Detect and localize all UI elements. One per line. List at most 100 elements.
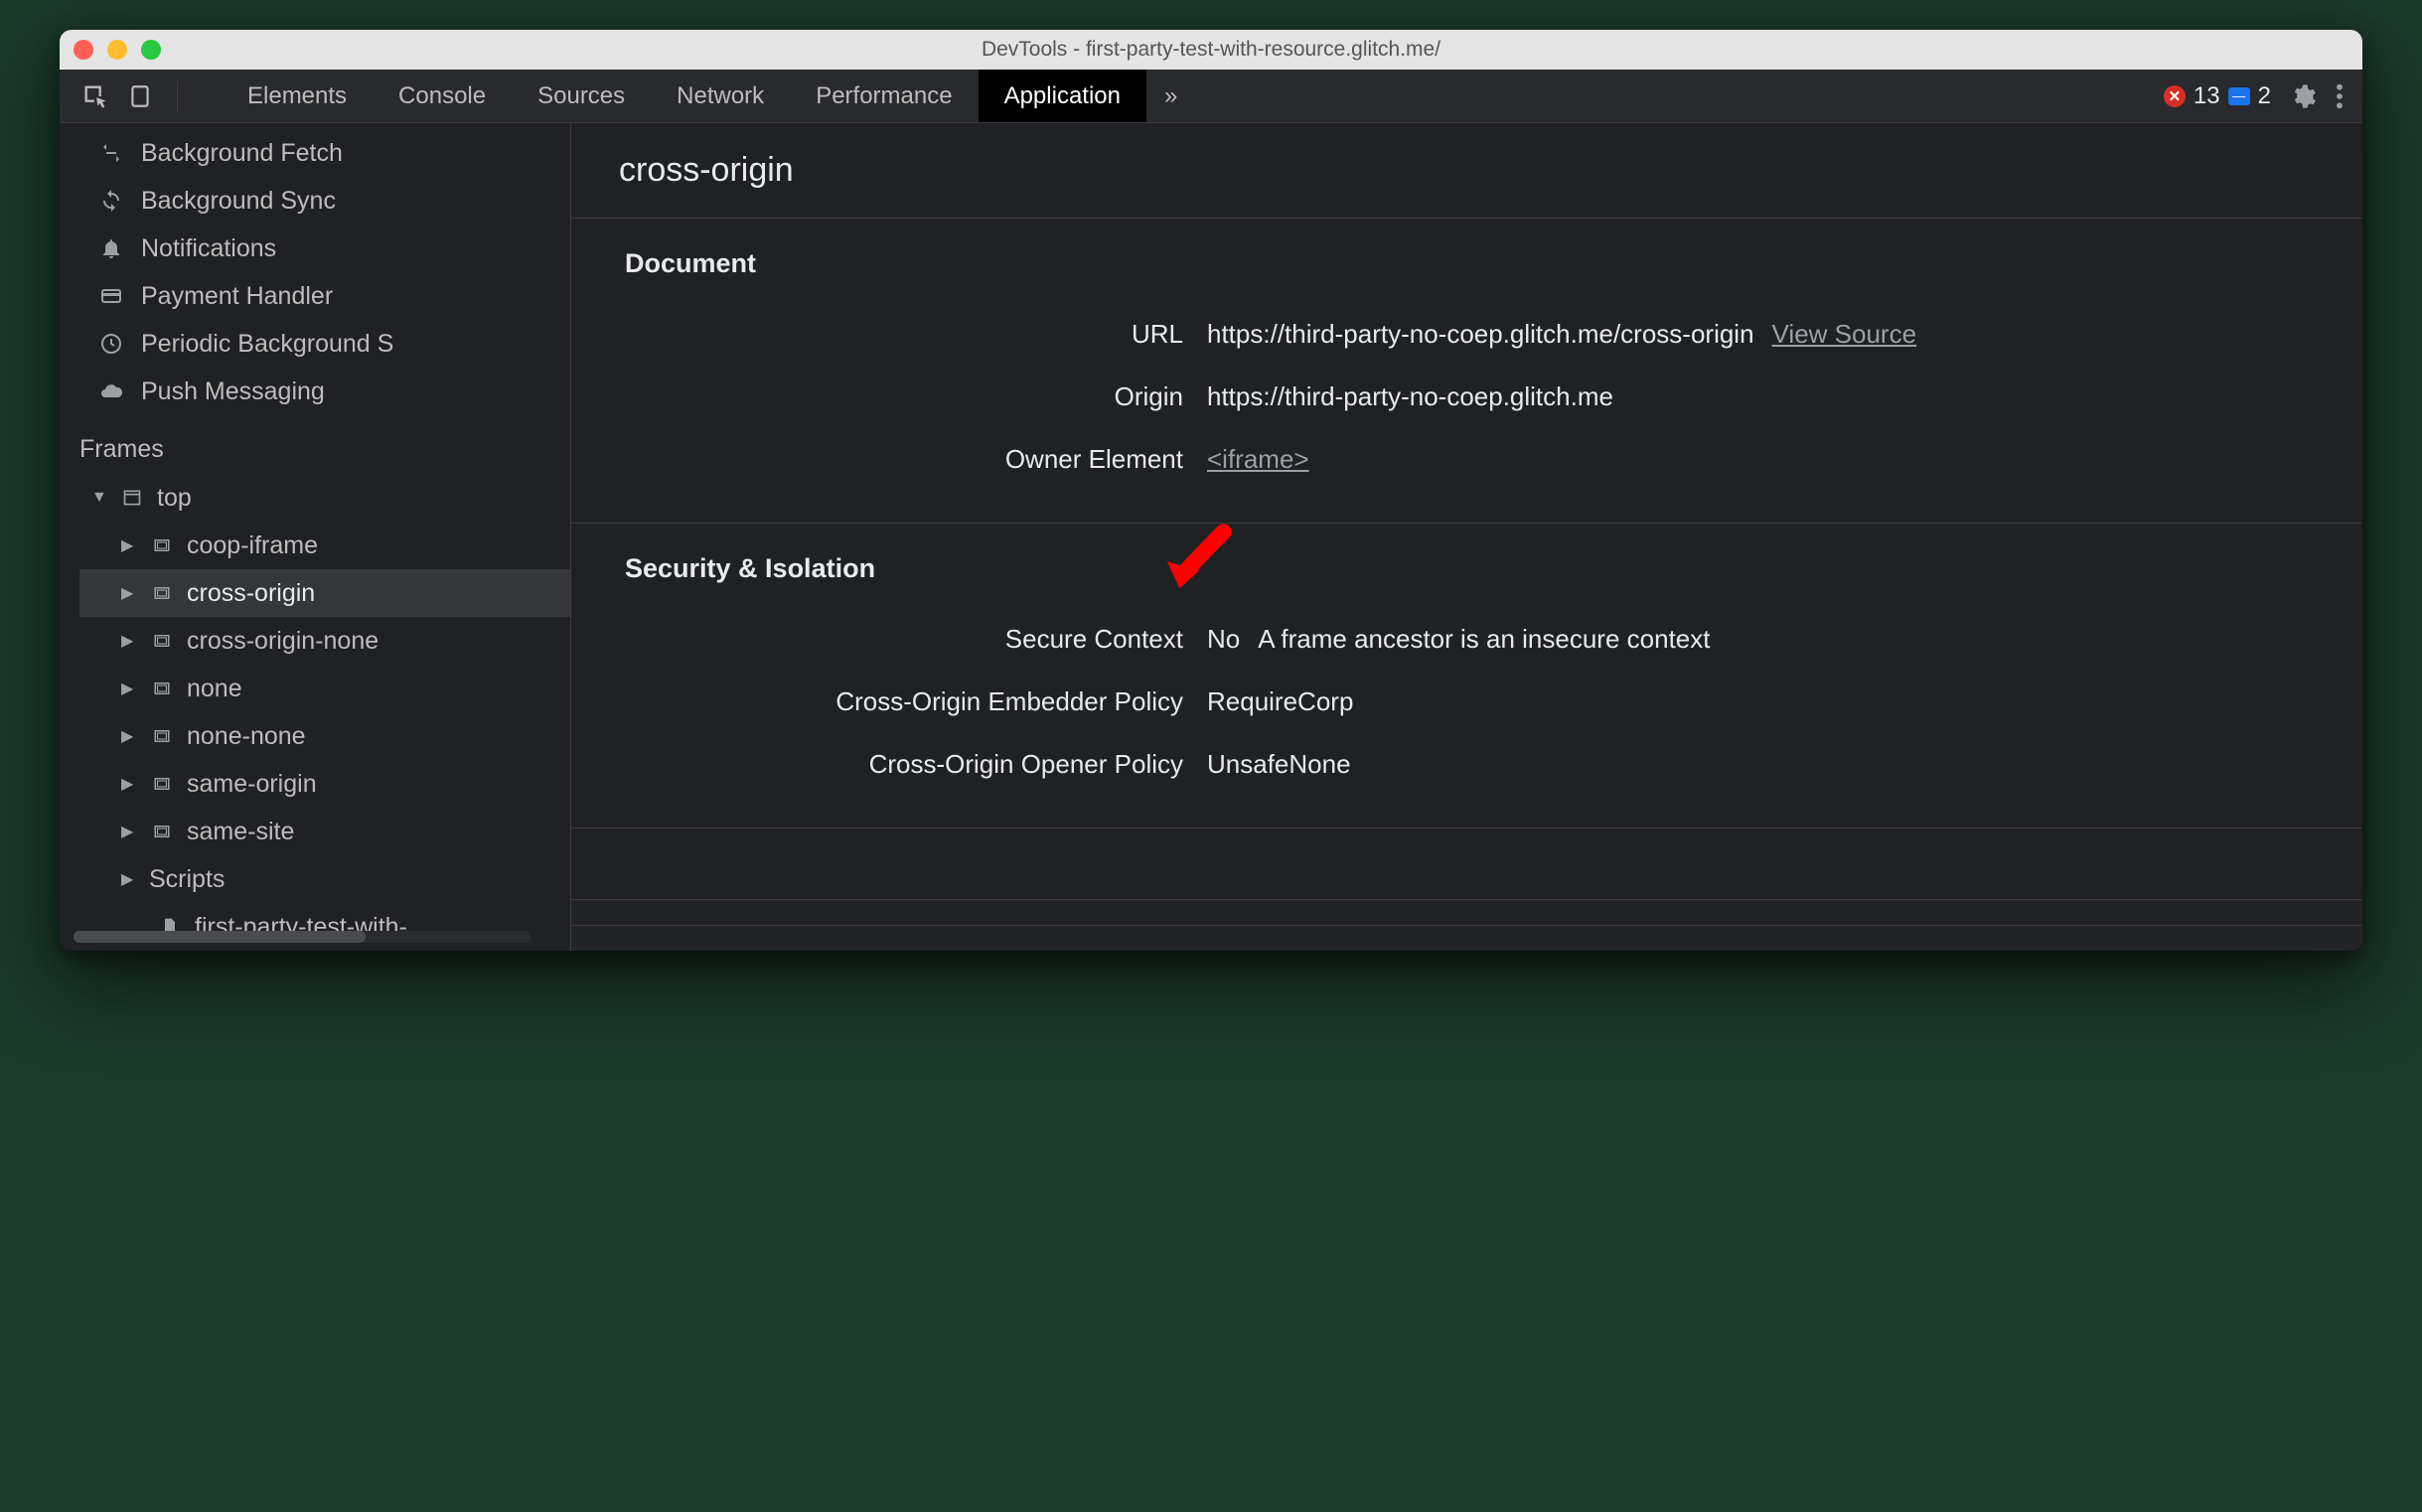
close-window-button[interactable]: [74, 40, 93, 60]
device-icon[interactable]: [127, 82, 153, 110]
iframe-icon: [149, 727, 175, 745]
coop-value: UnsafeNone: [1207, 749, 1351, 780]
frame-coop-iframe[interactable]: ▶ coop-iframe: [79, 522, 570, 569]
frame-scripts[interactable]: ▶ Scripts: [79, 855, 570, 903]
tab-console[interactable]: Console: [373, 70, 512, 122]
toolbar-divider: [177, 80, 178, 112]
frame-label: none-none: [187, 722, 306, 751]
sidebar-item-notifications[interactable]: Notifications: [60, 225, 570, 272]
row-owner-element: Owner Element <iframe>: [571, 428, 2362, 491]
sidebar-item-label: Payment Handler: [141, 282, 333, 311]
row-url: URL https://third-party-no-coep.glitch.m…: [571, 303, 2362, 366]
status-bar-2: [571, 925, 2362, 951]
bottom-bars: [571, 899, 2362, 951]
fetch-icon: [97, 141, 125, 165]
window-title: DevTools - first-party-test-with-resourc…: [60, 38, 2362, 62]
sidebar-item-push-messaging[interactable]: Push Messaging: [60, 368, 570, 415]
coep-value: RequireCorp: [1207, 686, 1353, 717]
sync-icon: [97, 189, 125, 213]
error-count: 13: [2194, 82, 2220, 110]
scrollbar-thumb[interactable]: [74, 931, 366, 943]
sidebar-item-periodic-sync[interactable]: Periodic Background S: [60, 320, 570, 368]
bell-icon: [97, 236, 125, 260]
inspect-icon[interactable]: [81, 82, 109, 110]
caret-right-icon: ▶: [121, 726, 137, 746]
frame-label: none: [187, 675, 242, 703]
cloud-icon: [97, 379, 125, 403]
tab-network[interactable]: Network: [651, 70, 790, 122]
caret-right-icon: ▶: [121, 583, 137, 603]
frames-tree: ▼ top ▶ coop-iframe ▶ cross-or: [60, 474, 570, 951]
frame-label: same-origin: [187, 770, 317, 799]
devtools-window: DevTools - first-party-test-with-resourc…: [60, 30, 2362, 951]
caret-right-icon: ▶: [121, 535, 137, 555]
coop-label: Cross-Origin Opener Policy: [571, 749, 1207, 780]
frame-none[interactable]: ▶ none: [79, 665, 570, 712]
origin-label: Origin: [571, 381, 1207, 412]
document-heading: Document: [571, 219, 2362, 303]
card-icon: [97, 284, 125, 308]
frame-cross-origin-none[interactable]: ▶ cross-origin-none: [79, 617, 570, 665]
iframe-icon: [149, 632, 175, 650]
frame-children: ▶ coop-iframe ▶ cross-origin ▶ cross-ori…: [79, 522, 570, 951]
sidebar-item-background-fetch[interactable]: Background Fetch: [60, 129, 570, 177]
minimize-window-button[interactable]: [107, 40, 127, 60]
iframe-icon: [149, 680, 175, 697]
window-icon: [119, 488, 145, 508]
secure-context-note: A frame ancestor is an insecure context: [1258, 624, 1710, 655]
script-file[interactable]: first-party-test-with-: [79, 903, 570, 951]
frame-top[interactable]: ▼ top: [79, 474, 570, 522]
frame-label: same-site: [187, 818, 294, 846]
coep-label: Cross-Origin Embedder Policy: [571, 686, 1207, 717]
background-services-list: Background Fetch Background Sync Notific…: [60, 123, 570, 415]
frames-header: Frames: [60, 415, 570, 474]
panel-tabs: Elements Console Sources Network Perform…: [222, 70, 1146, 122]
scripts-label: Scripts: [149, 865, 225, 894]
tab-elements[interactable]: Elements: [222, 70, 373, 122]
devtools-toolbar: Elements Console Sources Network Perform…: [60, 70, 2362, 123]
url-value: https://third-party-no-coep.glitch.me/cr…: [1207, 319, 1754, 350]
titlebar: DevTools - first-party-test-with-resourc…: [60, 30, 2362, 70]
sidebar-item-payment-handler[interactable]: Payment Handler: [60, 272, 570, 320]
caret-right-icon: ▶: [121, 822, 137, 841]
iframe-icon: [149, 823, 175, 840]
more-tabs-button[interactable]: »: [1146, 82, 1195, 110]
page-title: cross-origin: [571, 123, 2362, 219]
tab-performance[interactable]: Performance: [790, 70, 978, 122]
view-source-link[interactable]: View Source: [1772, 319, 1917, 350]
tab-application[interactable]: Application: [979, 70, 1146, 122]
security-heading: Security & Isolation: [571, 524, 2362, 608]
sidebar-item-label: Periodic Background S: [141, 330, 393, 359]
status-bar-1: [571, 899, 2362, 925]
settings-icon[interactable]: [2289, 82, 2317, 110]
frame-label: top: [157, 484, 192, 513]
sidebar-item-background-sync[interactable]: Background Sync: [60, 177, 570, 225]
frame-none-none[interactable]: ▶ none-none: [79, 712, 570, 760]
maximize-window-button[interactable]: [141, 40, 161, 60]
row-coop: Cross-Origin Opener Policy UnsafeNone: [571, 733, 2362, 796]
sidebar-item-label: Background Fetch: [141, 139, 343, 168]
iframe-icon: [149, 584, 175, 602]
clock-icon: [97, 332, 125, 356]
frame-cross-origin[interactable]: ▶ cross-origin: [79, 569, 570, 617]
row-secure-context: Secure Context No A frame ancestor is an…: [571, 608, 2362, 671]
issue-counts[interactable]: ✕ 13 — 2: [2164, 82, 2271, 110]
tab-sources[interactable]: Sources: [512, 70, 651, 122]
owner-element-link[interactable]: <iframe>: [1207, 444, 1309, 475]
row-origin: Origin https://third-party-no-coep.glitc…: [571, 366, 2362, 428]
more-menu-icon[interactable]: [2335, 82, 2345, 110]
caret-right-icon: ▶: [121, 631, 137, 651]
caret-right-icon: ▶: [121, 774, 137, 794]
traffic-lights: [74, 40, 161, 60]
url-label: URL: [571, 319, 1207, 350]
frame-label: coop-iframe: [187, 531, 318, 560]
sidebar-scrollbar[interactable]: [74, 931, 530, 943]
frame-label: cross-origin-none: [187, 627, 378, 656]
origin-value: https://third-party-no-coep.glitch.me: [1207, 381, 1613, 412]
frame-detail-panel: cross-origin Document URL https://third-…: [571, 123, 2362, 951]
security-section: Security & Isolation Secure Context No A…: [571, 524, 2362, 829]
frame-same-origin[interactable]: ▶ same-origin: [79, 760, 570, 808]
frame-same-site[interactable]: ▶ same-site: [79, 808, 570, 855]
caret-right-icon: ▶: [121, 869, 137, 889]
caret-right-icon: ▶: [121, 679, 137, 698]
